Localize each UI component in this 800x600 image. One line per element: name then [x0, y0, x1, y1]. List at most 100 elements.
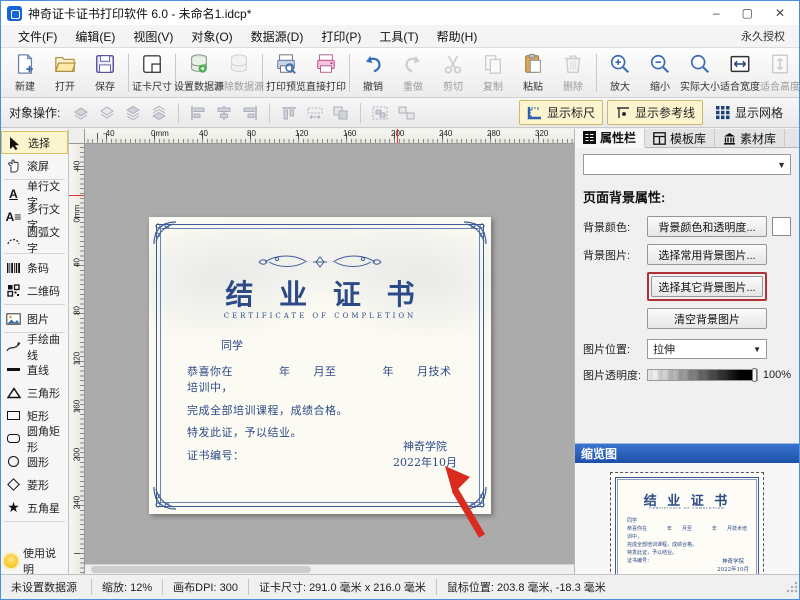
cut-button: 剪切: [433, 50, 473, 96]
v-ruler-label: 200: [73, 447, 82, 463]
tool-freehand-curve[interactable]: 手绘曲线: [1, 335, 68, 358]
same-size-icon: [330, 103, 352, 123]
tool-circle[interactable]: 圆形: [1, 450, 68, 473]
undo-button[interactable]: 撤销: [353, 50, 393, 96]
fit-width-icon: [729, 52, 751, 76]
show-guides-button[interactable]: 显示参考线: [607, 100, 703, 125]
h-ruler-label: 80: [247, 129, 256, 138]
set-datasource-icon: [188, 52, 210, 76]
menu-tools[interactable]: 工具(T): [370, 25, 427, 48]
cut-label: 剪切: [443, 78, 463, 93]
v-ruler-label: 240: [73, 495, 82, 511]
object-operations-label: 对象操作:: [9, 104, 60, 121]
show-grid-button[interactable]: 显示网格: [707, 100, 791, 125]
menu-datasource[interactable]: 数据源(D): [242, 25, 313, 48]
tool-star[interactable]: ★ 五角星: [1, 496, 68, 519]
status-card-size: 证卡尺寸: 291.0 毫米 x 216.0 毫米: [249, 575, 436, 599]
tool-diamond[interactable]: 菱形: [1, 473, 68, 496]
tool-star-label: 五角星: [27, 500, 60, 516]
open-button[interactable]: 打开: [45, 50, 85, 96]
choose-common-bg-button[interactable]: 选择常用背景图片...: [647, 244, 767, 265]
corner-flourish-icon: [152, 485, 178, 511]
object-selector-dropdown[interactable]: ▼: [583, 154, 791, 175]
opacity-slider-thumb[interactable]: [752, 368, 757, 382]
new-button[interactable]: 新建: [5, 50, 45, 96]
fit-height-label: 适合高度: [760, 78, 800, 93]
ungroup-icon: [395, 103, 417, 123]
tool-pan-label: 滚屏: [27, 158, 49, 174]
remove-datasource-icon: [228, 52, 250, 76]
ruler-icon: [527, 105, 543, 120]
app-window: 神奇证卡证书打印软件 6.0 - 未命名1.idcp* – ▢ ✕ 文件(F) …: [0, 0, 800, 600]
tool-pan[interactable]: 滚屏: [1, 154, 68, 177]
card-size-button[interactable]: 证卡尺寸: [132, 50, 172, 96]
print-preview-button[interactable]: 打印预览: [266, 50, 306, 96]
v-ruler-label: -40: [73, 159, 82, 175]
zoom-in-button[interactable]: 放大: [600, 50, 640, 96]
minimize-button[interactable]: –: [713, 6, 720, 20]
delete-trash-icon: [562, 52, 584, 76]
h-ruler-label: 40: [199, 129, 208, 138]
bg-color-swatch[interactable]: [772, 217, 791, 236]
fit-width-button[interactable]: 适合宽度: [720, 50, 760, 96]
choose-other-bg-button[interactable]: 选择其它背景图片...: [651, 276, 763, 297]
undo-label: 撤销: [363, 78, 383, 93]
menu-print[interactable]: 打印(P): [312, 25, 370, 48]
direct-print-label: 直接打印: [306, 78, 346, 93]
close-button[interactable]: ✕: [775, 6, 785, 20]
show-ruler-button[interactable]: 显示标尺: [519, 100, 603, 125]
move-down-layer-icon: [148, 103, 170, 123]
actual-size-button[interactable]: 实际大小: [680, 50, 720, 96]
vertical-ruler: -40 0mm 40 80 120 160 200 240: [69, 144, 85, 574]
tool-arc-text[interactable]: 圆弧文字: [1, 228, 68, 251]
h-scroll-thumb[interactable]: [91, 566, 311, 573]
tool-select[interactable]: 选择: [1, 131, 68, 154]
resize-grip[interactable]: [785, 580, 799, 594]
tab-materials-label: 素材库: [740, 130, 776, 147]
tool-triangle[interactable]: 三角形: [1, 381, 68, 404]
thumbnail-certificate[interactable]: 结 业 证 书 CERTIFICATE OF COMPLETION 同学 恭喜你…: [611, 473, 763, 586]
set-datasource-button[interactable]: 设置数据源: [179, 50, 219, 96]
tool-qrcode[interactable]: 二维码: [1, 279, 68, 302]
tab-properties[interactable]: 属性栏: [575, 129, 645, 148]
certificate-line1: 恭喜你在 年 月至 年 月技术培训中，: [187, 363, 461, 395]
menu-help[interactable]: 帮助(H): [428, 25, 487, 48]
card-size-icon: [141, 52, 163, 76]
direct-print-button[interactable]: 直接打印: [306, 50, 346, 96]
grid-icon: [715, 105, 731, 120]
image-position-select[interactable]: 拉伸 ▼: [647, 339, 767, 359]
pen-curve-icon: [5, 339, 22, 354]
certificate-salutation: 同学: [221, 337, 461, 353]
menu-object[interactable]: 对象(O): [182, 25, 241, 48]
v-ruler-label: 120: [73, 351, 82, 367]
guides-icon: [615, 105, 631, 120]
save-button[interactable]: 保存: [85, 50, 125, 96]
menu-view[interactable]: 视图(V): [124, 25, 182, 48]
menu-file[interactable]: 文件(F): [9, 25, 66, 48]
tab-templates[interactable]: 模板库: [645, 129, 715, 147]
object-operations-bar: 对象操作: 显示标尺 显示参考线 显示网格: [1, 98, 799, 128]
status-dpi: 画布DPI: 300: [163, 575, 248, 599]
zoom-out-button[interactable]: 缩小: [640, 50, 680, 96]
opacity-slider[interactable]: [647, 369, 758, 381]
show-guides-label: 显示参考线: [635, 104, 695, 121]
clear-bg-button[interactable]: 清空背景图片: [647, 308, 767, 329]
tool-image[interactable]: 图片: [1, 307, 68, 330]
tool-line[interactable]: 直线: [1, 358, 68, 381]
horizontal-scrollbar[interactable]: [85, 564, 574, 574]
help-button[interactable]: 使用说明: [1, 548, 68, 574]
maximize-button[interactable]: ▢: [742, 6, 753, 20]
highlight-box: 选择其它背景图片...: [647, 272, 767, 301]
menu-edit[interactable]: 编辑(E): [66, 25, 124, 48]
mouse-position-marker-v: [69, 195, 84, 196]
fit-width-label: 适合宽度: [720, 78, 760, 93]
tool-rounded-rectangle[interactable]: 圆角矩形: [1, 427, 68, 450]
paste-button[interactable]: 粘贴: [513, 50, 553, 96]
tool-barcode[interactable]: 条码: [1, 256, 68, 279]
tab-materials[interactable]: 素材库: [715, 129, 785, 147]
new-label: 新建: [15, 78, 35, 93]
canvas-area: -40 0mm 40 80 120 160 200 240 280 320 -4…: [69, 129, 574, 574]
design-viewport[interactable]: 结 业 证 书 CERTIFICATE OF COMPLETION 同学 恭喜你…: [85, 144, 574, 564]
bg-color-button[interactable]: 背景颜色和透明度...: [647, 216, 767, 237]
certificate-line2: 完成全部培训课程，成绩合格。: [187, 402, 461, 418]
